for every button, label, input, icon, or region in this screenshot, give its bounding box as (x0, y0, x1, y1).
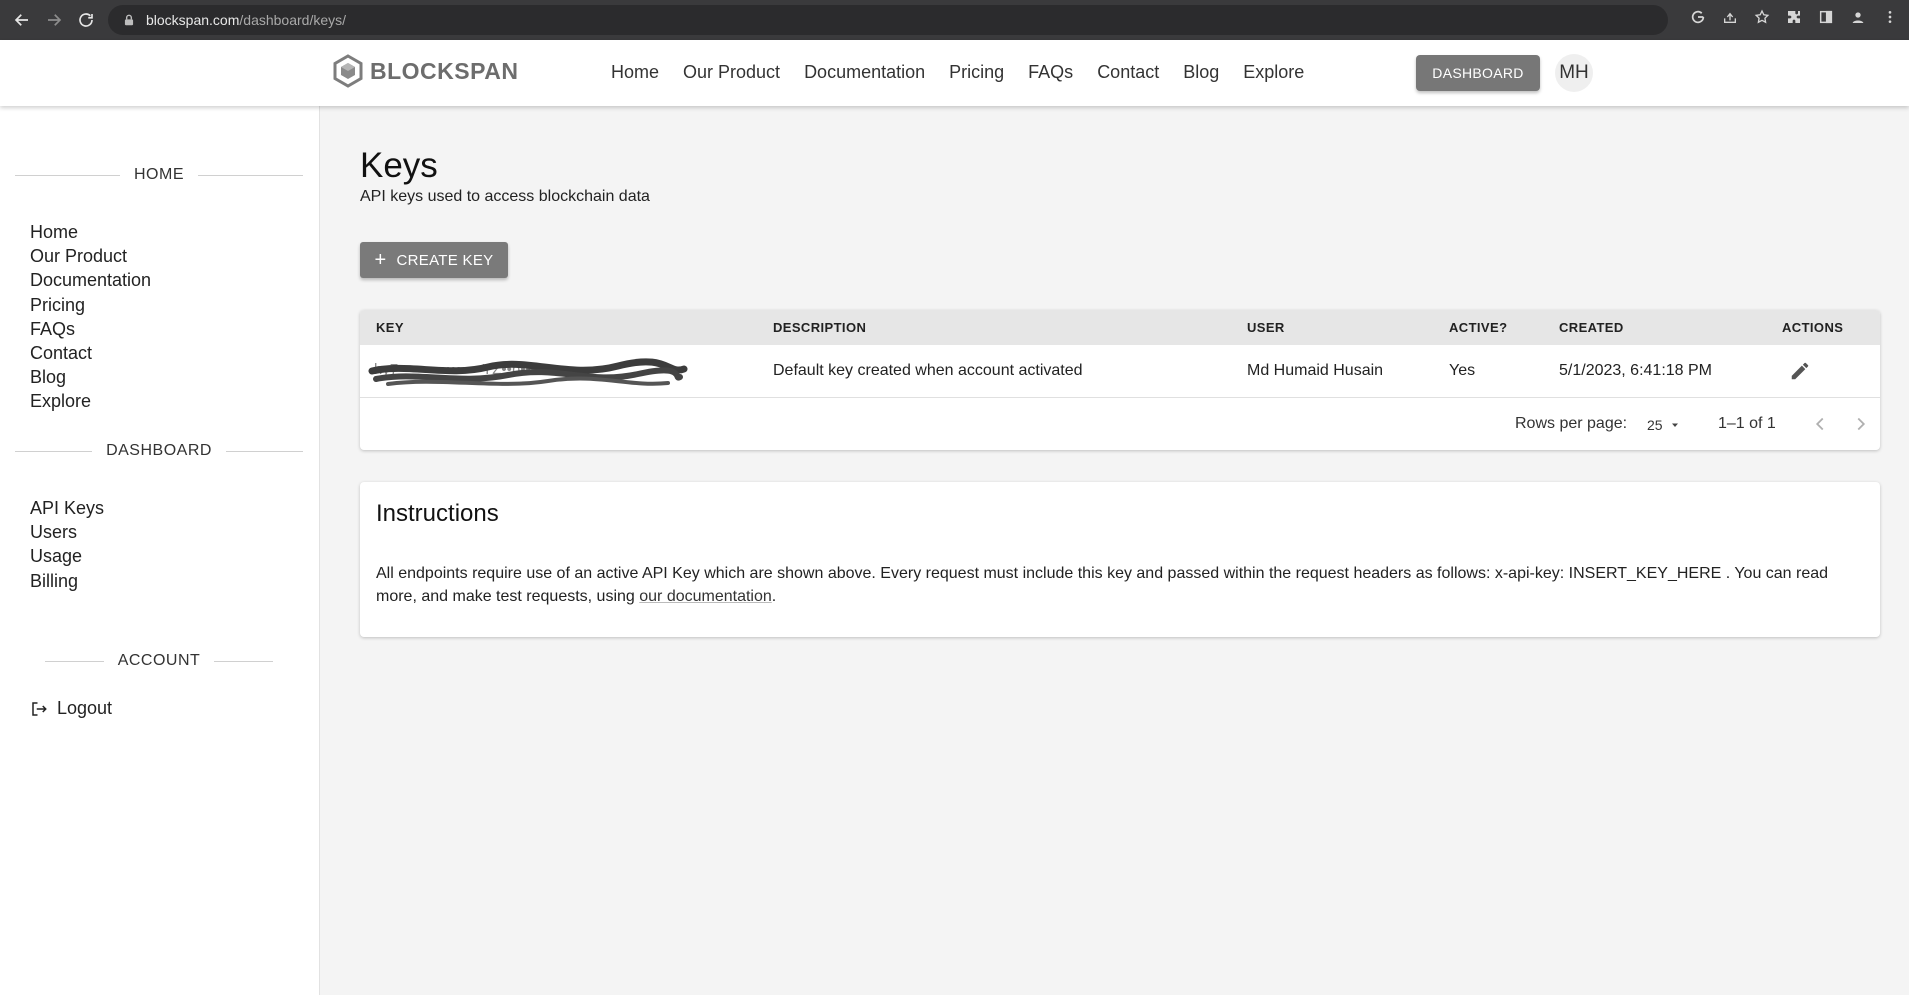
forward-icon[interactable] (38, 4, 70, 36)
table-header: KEY DESCRIPTION USER ACTIVE? CREATED ACT… (360, 310, 1880, 345)
column-header-created[interactable]: CREATED (1559, 320, 1624, 335)
dashboard-button[interactable]: DASHBOARD (1416, 55, 1540, 91)
nav-home[interactable]: Home (611, 62, 659, 83)
sidebar-item-documentation[interactable]: Documentation (30, 268, 151, 292)
description-cell: Default key created when account activat… (773, 362, 1083, 379)
browser-actions (1687, 6, 1901, 28)
brand-logo[interactable]: BLOCKSPAN (332, 54, 518, 88)
share-icon[interactable] (1719, 6, 1741, 28)
nav-faqs[interactable]: FAQs (1028, 62, 1073, 83)
edit-icon[interactable] (1789, 360, 1811, 382)
nav-documentation[interactable]: Documentation (804, 62, 925, 83)
caret-down-icon (1671, 423, 1678, 427)
nav-blog[interactable]: Blog (1183, 62, 1219, 83)
column-header-active[interactable]: ACTIVE? (1449, 320, 1507, 335)
created-cell: 5/1/2023, 6:41:18 PM (1559, 362, 1712, 379)
sidebar-heading-home-label: HOME (134, 166, 184, 183)
prev-page-icon[interactable] (1809, 413, 1831, 435)
sidebar-dashboard-list: API Keys Users Usage Billing (30, 496, 104, 593)
sidebar-home-list: Home Our Product Documentation Pricing F… (30, 220, 151, 414)
instructions-text: All endpoints require use of an active A… (376, 565, 1829, 605)
divider (15, 450, 93, 452)
lock-icon (124, 14, 134, 26)
sidebar-item-pricing[interactable]: Pricing (30, 293, 151, 317)
nav-contact[interactable]: Contact (1097, 62, 1159, 83)
sidebar-heading-account-label: ACCOUNT (117, 652, 201, 669)
extensions-icon[interactable] (1783, 6, 1805, 28)
main-content: Keys API keys used to access blockchain … (320, 106, 1909, 995)
address-bar[interactable]: blockspan.com/dashboard/keys/ (108, 5, 1668, 35)
divider (15, 174, 120, 176)
rows-per-page-value: 25 (1647, 417, 1663, 433)
divider (225, 450, 304, 452)
instructions-title: Instructions (376, 500, 499, 527)
sidebar-heading-dashboard: DASHBOARD (15, 442, 304, 460)
column-header-user[interactable]: USER (1247, 320, 1285, 335)
plus-icon: + (374, 249, 387, 271)
browser-toolbar: blockspan.com/dashboard/keys/ (0, 0, 1909, 40)
next-page-icon[interactable] (1850, 413, 1872, 435)
table-pagination: Rows per page: 25 1–1 of 1 (360, 398, 1880, 450)
column-header-actions: ACTIONS (1782, 320, 1844, 335)
menu-icon[interactable] (1879, 6, 1901, 28)
blockspan-logo-icon (333, 54, 363, 88)
column-header-description[interactable]: DESCRIPTION (773, 320, 866, 335)
redaction-scribble (368, 358, 688, 386)
logout-label: Logout (57, 698, 113, 718)
page-subtitle: API keys used to access blockchain data (360, 188, 650, 205)
back-icon[interactable] (6, 4, 38, 36)
sidebar-item-our-product[interactable]: Our Product (30, 244, 151, 268)
star-icon[interactable] (1751, 6, 1773, 28)
url-host: blockspan.com (146, 12, 240, 28)
profile-icon[interactable] (1847, 6, 1869, 28)
divider (45, 660, 104, 662)
instructions-text-end: . (771, 588, 777, 605)
sidebar-item-home[interactable]: Home (30, 220, 151, 244)
sidebar-item-billing[interactable]: Billing (30, 569, 104, 593)
create-key-button[interactable]: + CREATE KEY (360, 242, 508, 278)
site-header: BLOCKSPAN Home Our Product Documentation… (0, 40, 1909, 106)
sidebar-item-blog[interactable]: Blog (30, 365, 151, 389)
top-nav: Home Our Product Documentation Pricing F… (611, 62, 1304, 83)
sidebar-heading-home: HOME (15, 166, 303, 184)
nav-our-product[interactable]: Our Product (683, 62, 780, 83)
url-path: /dashboard/keys/ (239, 12, 347, 28)
sidebar-item-faqs[interactable]: FAQs (30, 317, 151, 341)
reload-icon[interactable] (70, 4, 102, 36)
page-range: 1–1 of 1 (1718, 415, 1776, 432)
nav-explore[interactable]: Explore (1243, 62, 1304, 83)
create-key-label: CREATE KEY (396, 251, 494, 269)
sidebar-item-api-keys[interactable]: API Keys (30, 496, 104, 520)
url-text: blockspan.com/dashboard/keys/ (146, 12, 346, 28)
rows-per-page-select[interactable]: 25 (1647, 417, 1681, 433)
logout-button[interactable]: Logout (30, 698, 112, 719)
nav-pricing[interactable]: Pricing (949, 62, 1004, 83)
divider (198, 174, 303, 176)
sidebar-item-contact[interactable]: Contact (30, 341, 151, 365)
sidebar-item-users[interactable]: Users (30, 520, 104, 544)
key-cell[interactable]: hy7••••••••••••••••YZ••b•••••• (368, 358, 688, 386)
sidepanel-icon[interactable] (1815, 6, 1837, 28)
brand-name: BLOCKSPAN (370, 57, 519, 84)
table-row: hy7••••••••••••••••YZ••b•••••• Default k… (360, 345, 1880, 398)
sidebar-item-explore[interactable]: Explore (30, 389, 151, 413)
divider (214, 660, 274, 662)
avatar[interactable]: MH (1555, 54, 1593, 92)
instructions-card: Instructions All endpoints require use o… (360, 482, 1880, 637)
keys-table: KEY DESCRIPTION USER ACTIVE? CREATED ACT… (360, 310, 1880, 450)
active-cell: Yes (1449, 362, 1476, 379)
sidebar-item-usage[interactable]: Usage (30, 544, 104, 568)
sidebar-heading-dashboard-label: DASHBOARD (106, 442, 212, 459)
sidebar-heading-account: ACCOUNT (45, 652, 274, 670)
logout-icon (32, 701, 47, 716)
documentation-link[interactable]: our documentation (639, 588, 772, 605)
instructions-body: All endpoints require use of an active A… (376, 562, 1866, 608)
sidebar: HOME Home Our Product Documentation Pric… (0, 106, 320, 995)
rows-per-page-label: Rows per page: (1515, 415, 1628, 432)
column-header-key[interactable]: KEY (376, 320, 404, 335)
google-icon[interactable] (1687, 6, 1709, 28)
page-title: Keys (360, 146, 438, 185)
user-cell: Md Humaid Husain (1247, 362, 1384, 379)
